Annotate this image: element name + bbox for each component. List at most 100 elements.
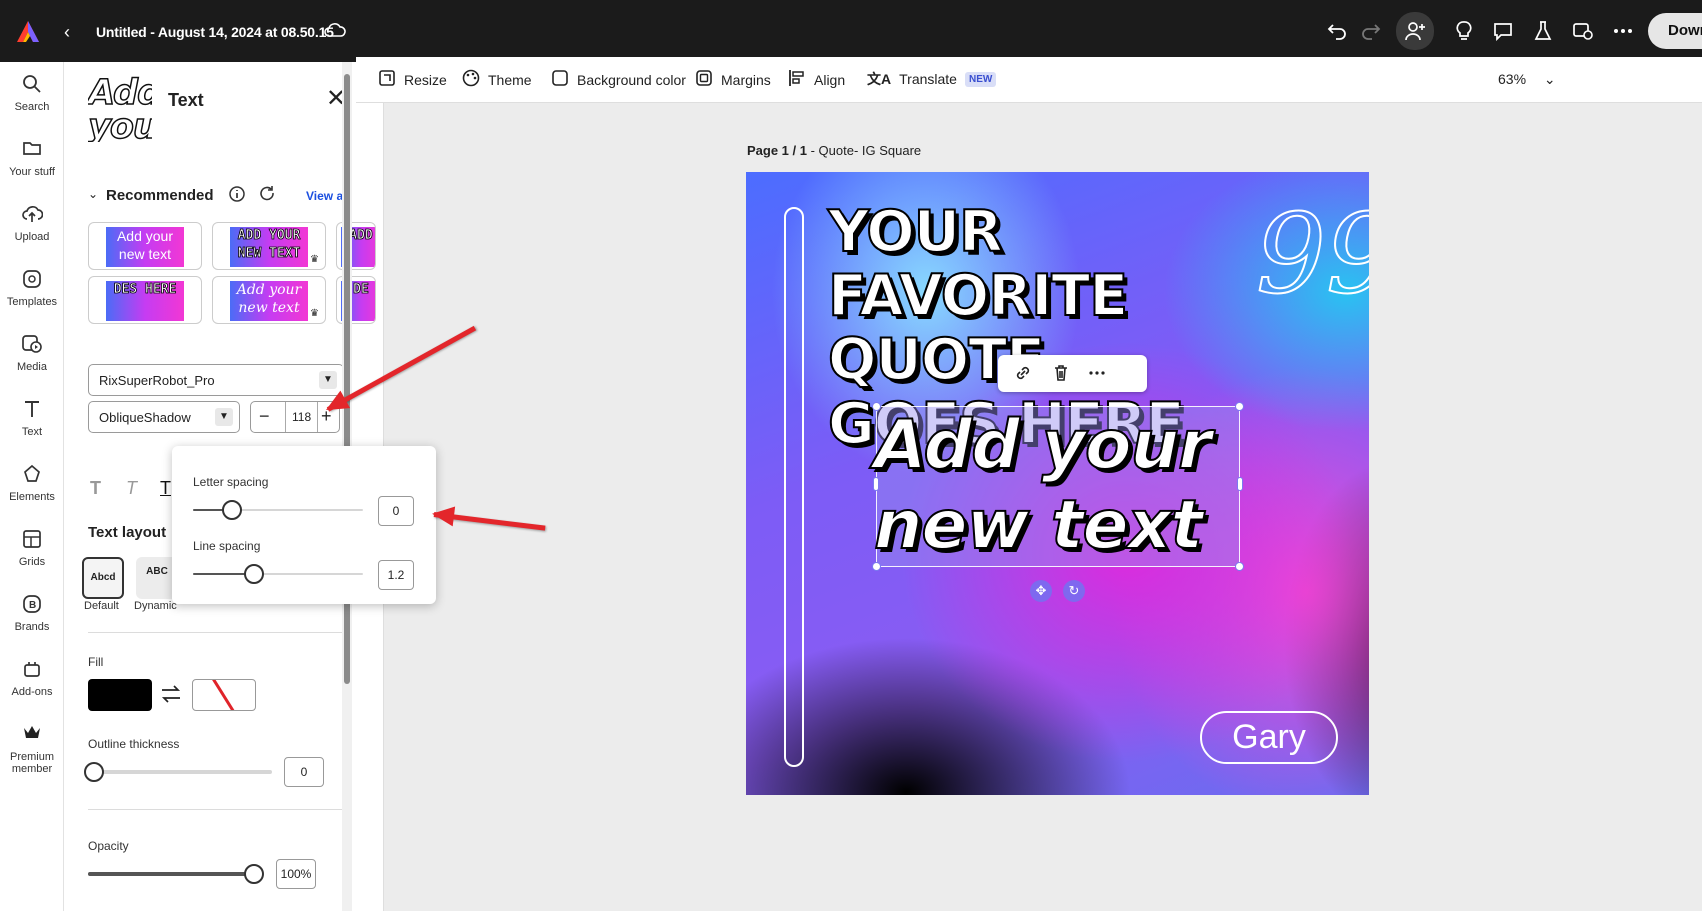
selected-text-element[interactable]: Add your new text [873,405,1274,566]
fill-color-swatch[interactable] [88,679,152,711]
toolbar-align[interactable]: Align [788,69,845,90]
grid-icon [0,529,64,553]
divider [88,809,342,810]
document-title[interactable]: Untitled - August 14, 2024 at 08.50.15 [96,24,334,40]
italic-icon[interactable]: T [126,478,137,499]
artboard[interactable]: YOUR FAVORITE QUOTE GOES HERE 99 Add you… [746,172,1369,795]
outline-thickness-slider[interactable] [84,762,272,782]
quote-marks-icon[interactable]: 99 [1255,193,1369,315]
letter-spacing-value[interactable]: 0 [378,496,414,526]
decorative-bar[interactable] [784,207,804,767]
rail-item-upload[interactable]: Upload [0,204,64,243]
crown-icon: ♛ [310,254,319,265]
rail-item-brands[interactable]: B Brands [0,594,64,633]
line-spacing-value[interactable]: 1.2 [378,560,414,590]
letter-spacing-slider[interactable] [193,500,363,520]
rail-label: Add-ons [11,686,53,698]
annotation-arrow [433,512,546,531]
opacity-value[interactable]: 100% [276,859,316,889]
rail-item-elements[interactable]: Elements [0,464,64,503]
refresh-icon[interactable] [258,185,276,208]
rail-item-text[interactable]: Text [0,399,64,438]
more-options-icon[interactable] [1088,364,1106,387]
toolbar-translate[interactable]: 文A Translate NEW [867,69,997,89]
recommended-presets: Add your new text ADD YOUR NEW TEXT ♛ AD… [88,222,376,332]
download-button[interactable]: Down [1648,13,1702,49]
text-icon [0,399,64,423]
invite-people-icon[interactable] [1396,12,1434,50]
bold-icon[interactable]: T [90,478,101,499]
cloud-sync-icon[interactable] [324,22,346,43]
undo-icon[interactable] [1324,18,1350,44]
preset-swatch: ADD YOUR NEW TEXT [230,227,308,267]
author-badge[interactable]: Gary [1200,711,1338,764]
text-layout-heading: Text layout [88,524,167,541]
slider-knob[interactable] [244,864,264,884]
toolbar-background-color[interactable]: Background color [551,69,686,90]
panel-title: Text [168,90,204,110]
rail-item-search[interactable]: Search [0,74,64,113]
adobe-express-logo-icon[interactable] [16,20,40,49]
redo-icon[interactable] [1358,18,1384,44]
slider-knob[interactable] [84,762,104,782]
layout-label: Default [84,600,119,612]
layout-option-default[interactable]: Abcd [82,557,124,599]
schedule-icon[interactable] [1570,18,1596,44]
font-style-select[interactable]: ObliqueShadow ▼ [88,401,240,433]
lightbulb-icon[interactable] [1451,18,1477,44]
toolbar-label: Background color [577,71,686,88]
toolbar-theme[interactable]: Theme [462,69,532,90]
underline-icon[interactable]: T [160,478,171,499]
zoom-select[interactable]: 63% ⌄ [1498,71,1556,88]
rail-label: Search [14,101,50,113]
move-icon[interactable]: ✥ [1030,580,1052,602]
preset-swatch: DES HERE [106,281,184,321]
toolbar-margins[interactable]: Margins [695,69,771,90]
rail-item-templates[interactable]: Templates [0,269,64,308]
comment-icon[interactable] [1490,18,1516,44]
quote-line: YOUR [827,199,1004,265]
outline-color-swatch[interactable] [192,679,256,711]
text-preset[interactable]: ADD YOUR NEW TEXT ♛ [212,222,326,270]
page-label: Page 1 / 1 - Quote- IG Square [747,143,921,158]
text-preset[interactable]: Add your new text [88,222,202,270]
info-icon[interactable] [228,185,246,208]
rotate-icon[interactable]: ↻ [1063,580,1085,602]
line-spacing-slider[interactable] [193,564,363,584]
shapes-icon [0,464,64,488]
rail-item-premium[interactable]: Premium member [0,724,64,775]
rail-item-grids[interactable]: Grids [0,529,64,568]
font-family-select[interactable]: RixSuperRobot_Pro ▼ [88,364,344,396]
text-preset[interactable]: DES HERE [88,276,202,324]
rail-item-media[interactable]: Media [0,334,64,373]
toolbar-label: Resize [404,71,447,88]
cloud-upload-icon [0,204,64,228]
rail-label: Your stuff [9,166,55,178]
rail-item-add-ons[interactable]: Add-ons [0,659,64,698]
align-icon [788,69,806,90]
opacity-slider[interactable] [88,864,264,884]
swap-arrows-icon[interactable] [161,685,181,708]
slider-knob[interactable] [222,500,243,520]
chevron-down-icon[interactable]: ⌄ [88,187,98,201]
text-preset[interactable]: Add your new text ♛ [212,276,326,324]
font-size-value[interactable]: 118 [285,402,319,432]
rail-label: Upload [14,231,50,243]
slider-knob[interactable] [244,564,265,584]
link-icon[interactable] [1014,364,1032,387]
toolbar-label: Theme [488,71,532,88]
minus-icon[interactable]: − [259,406,270,427]
flask-icon[interactable] [1530,18,1556,44]
toolbar-resize[interactable]: Resize [378,69,447,90]
opacity-label: Opacity [88,839,129,853]
new-badge: NEW [964,71,997,87]
trash-icon[interactable] [1052,364,1070,387]
text-line: Add your [873,405,1213,486]
toolbar-label: Translate [899,71,957,87]
brand-icon: B [0,594,64,618]
more-options-icon[interactable] [1610,18,1636,44]
back-chevron-icon[interactable]: ‹ [64,22,70,43]
left-rail: Search Your stuff Upload Templates Media… [0,62,64,911]
outline-thickness-value[interactable]: 0 [284,757,324,787]
rail-item-your-stuff[interactable]: Your stuff [0,139,64,178]
